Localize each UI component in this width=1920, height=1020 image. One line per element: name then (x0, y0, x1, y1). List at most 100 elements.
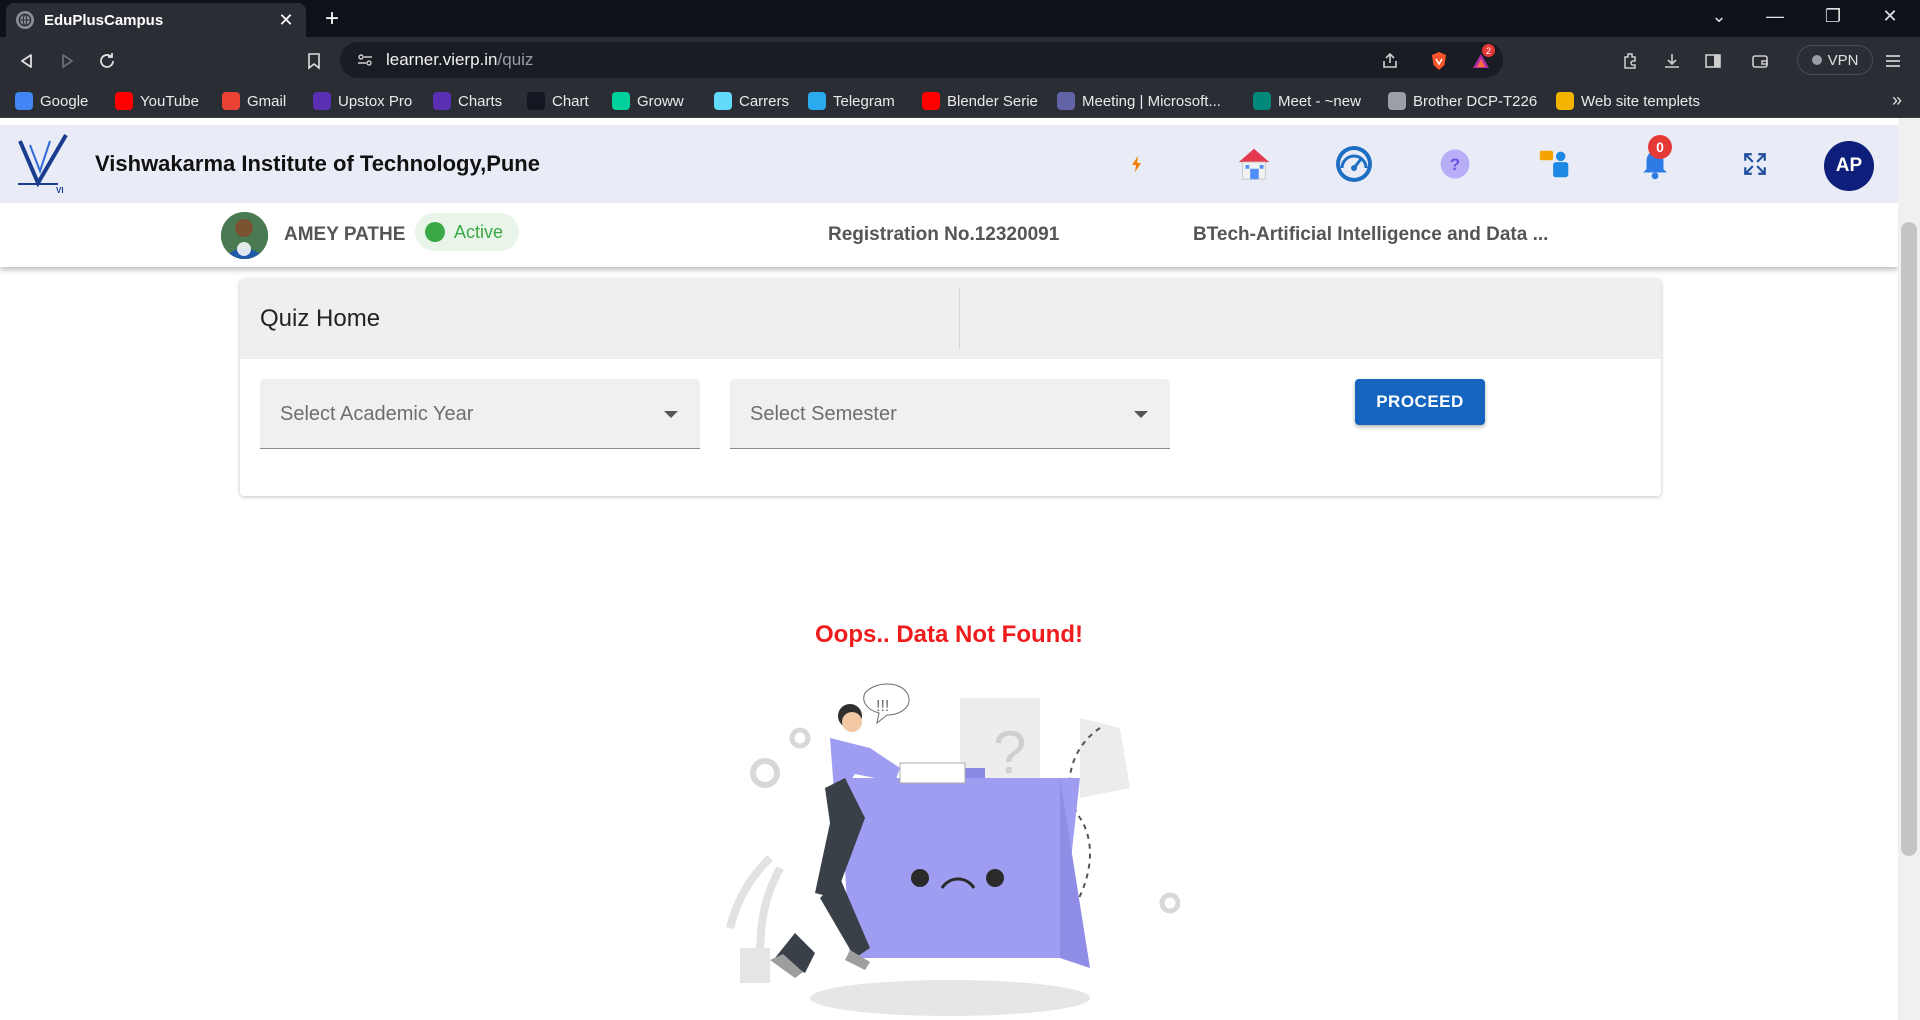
bookmark-item[interactable]: Chart (527, 90, 589, 112)
downloads-icon[interactable] (1661, 50, 1683, 72)
bookmark-item[interactable]: Charts (433, 90, 502, 112)
status-badge: Active (415, 213, 519, 251)
bookmark-label: Gmail (247, 92, 287, 110)
profile-bar: AMEY PATHE Active Registration No.123200… (0, 203, 1898, 267)
tab-search-icon[interactable]: ⌄ (1707, 6, 1731, 27)
extensions-icon[interactable] (1620, 50, 1642, 72)
bookmark-label: Charts (458, 92, 503, 110)
site-settings-icon[interactable] (356, 51, 374, 69)
svg-text:?: ? (1450, 155, 1460, 174)
dropdown-arrow-icon (1134, 411, 1148, 418)
tab-title: EduPlusCampus (44, 11, 164, 29)
semester-select[interactable]: Select Semester (730, 379, 1170, 449)
mentor-icon[interactable] (1534, 143, 1576, 185)
browser-tab-bar: EduPlusCampus ✕ + ⌄ — ❐ ✕ (0, 0, 1920, 37)
svg-text:?: ? (993, 719, 1026, 786)
bookmark-item[interactable]: Groww (612, 90, 684, 112)
bookmark-item[interactable]: Meeting | Microsoft... (1057, 90, 1221, 112)
bookmark-item[interactable]: Telegram (808, 90, 895, 112)
student-name: AMEY PATHE (284, 224, 406, 245)
address-bar[interactable]: learner.vierp.in/quiz (340, 42, 1503, 78)
new-tab-button[interactable]: + (318, 5, 346, 33)
templates-icon (1556, 92, 1574, 110)
bookmark-label: Groww (637, 92, 684, 110)
bookmark-label: Upstox Pro (338, 92, 413, 110)
web-page: VI Vishwakarma Institute of Technology,P… (0, 118, 1920, 1020)
browser-tab[interactable]: EduPlusCampus ✕ (6, 3, 306, 37)
academic-year-placeholder: Select Academic Year (280, 403, 474, 425)
notification-badge: 0 (1648, 135, 1672, 159)
upstox-icon (313, 92, 331, 110)
status-dot-icon (425, 222, 445, 242)
status-text: Active (454, 221, 504, 242)
brave-rewards-icon[interactable]: 2 (1470, 44, 1495, 72)
proceed-button[interactable]: PROCEED (1355, 379, 1485, 425)
share-icon[interactable] (1379, 50, 1401, 72)
react-icon (714, 92, 732, 110)
dashboard-icon[interactable] (1333, 143, 1375, 185)
teams-icon (1057, 92, 1075, 110)
url-host: learner.vierp.in (386, 50, 498, 69)
url-path: /quiz (497, 50, 534, 69)
minimize-icon[interactable]: — (1763, 6, 1787, 27)
bookmarks-bar: Google YouTube Gmail Upstox Pro Charts Chart G… (0, 84, 1920, 118)
user-avatar[interactable]: AP (1824, 141, 1874, 191)
menu-icon[interactable] (1882, 50, 1904, 72)
bookmark-label: Web site templets (1581, 92, 1700, 110)
browser-toolbar: learner.vierp.in/quiz 2 VPN (0, 37, 1920, 84)
telegram-icon (808, 92, 826, 110)
bookmark-item[interactable]: Web site templets (1556, 90, 1700, 112)
dropdown-arrow-icon (664, 411, 678, 418)
svg-text:VI: VI (56, 186, 64, 195)
vpn-label: VPN (1827, 51, 1859, 69)
google-icon (15, 92, 33, 110)
bookmark-label: Meet - ~new (1278, 92, 1361, 110)
scrollbar-thumb[interactable] (1901, 222, 1917, 856)
groww-icon (612, 92, 630, 110)
flash-icon[interactable] (1116, 143, 1158, 185)
svg-text:!!!: !!! (876, 698, 889, 715)
institute-logo: VI (18, 133, 68, 195)
no-data-illustration: ? !!! (726, 683, 1180, 1016)
bookmark-label: YouTube (140, 92, 199, 110)
bookmark-label: Chart (552, 92, 589, 110)
bookmark-item[interactable]: Gmail (222, 90, 286, 112)
bookmark-icon[interactable] (302, 49, 326, 73)
reload-icon[interactable] (95, 49, 119, 73)
bookmark-item[interactable]: Google (15, 90, 88, 112)
bookmark-item[interactable]: Meet - ~new (1253, 90, 1361, 112)
close-tab-icon[interactable]: ✕ (276, 10, 296, 31)
tradingview-icon (527, 92, 545, 110)
sidebar-icon[interactable] (1702, 50, 1724, 72)
bookmark-item[interactable]: Carrers (714, 90, 789, 112)
back-icon[interactable] (15, 49, 39, 73)
wallet-icon[interactable] (1749, 50, 1771, 72)
gmail-icon (222, 92, 240, 110)
brave-shield-icon[interactable] (1428, 50, 1450, 72)
bookmark-item[interactable]: Blender Serie (922, 90, 1038, 112)
bookmark-label: Telegram (833, 92, 895, 110)
vpn-button[interactable]: VPN (1797, 45, 1873, 75)
profile-photo (221, 212, 268, 259)
header-divider (959, 289, 960, 349)
semester-placeholder: Select Semester (750, 403, 897, 425)
home-icon[interactable] (1233, 143, 1275, 185)
program-name: BTech-Artificial Intelligence and Data .… (1193, 224, 1549, 245)
bookmark-label: Google (40, 92, 89, 110)
help-icon[interactable]: ? (1434, 143, 1476, 185)
bookmark-label: Blender Serie (947, 92, 1038, 110)
youtube-icon (922, 92, 940, 110)
academic-year-select[interactable]: Select Academic Year (260, 379, 700, 449)
more-bookmarks-icon[interactable]: » (1892, 90, 1902, 111)
restore-icon[interactable]: ❐ (1821, 6, 1845, 27)
bookmark-item[interactable]: Brother DCP-T226 (1388, 90, 1537, 112)
meet-icon (1253, 92, 1271, 110)
bookmark-item[interactable]: Upstox Pro (313, 90, 412, 112)
close-window-icon[interactable]: ✕ (1878, 6, 1902, 27)
globe-icon (1388, 92, 1406, 110)
forward-icon[interactable] (55, 49, 79, 73)
registration-number: Registration No.12320091 (828, 224, 1060, 245)
fullscreen-icon[interactable] (1734, 143, 1776, 185)
bookmark-item[interactable]: YouTube (115, 90, 199, 112)
page-scrollbar[interactable] (1898, 118, 1920, 1020)
